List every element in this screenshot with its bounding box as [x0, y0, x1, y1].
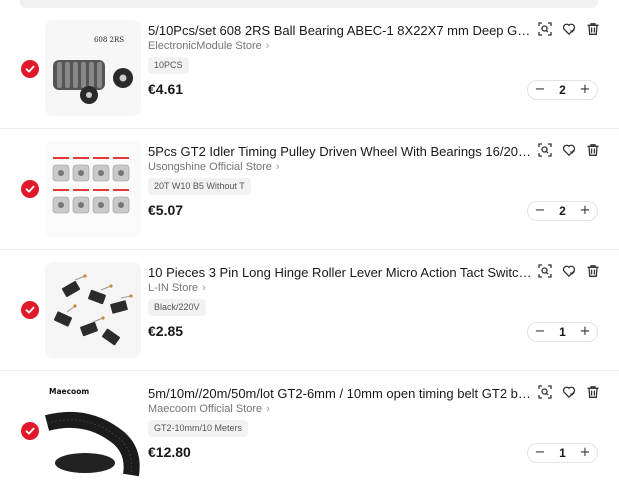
cart-item-list: 608 2RS 5/10Pcs/set 608 2RS Ball Bearing…: [0, 8, 619, 492]
check-icon: [25, 65, 35, 73]
store-link[interactable]: ElectronicModule Store ›: [148, 40, 269, 52]
product-title[interactable]: 5Pcs GT2 Idler Timing Pulley Driven Whee…: [148, 144, 533, 160]
variant-chip[interactable]: 20T W10 B5 Without T: [148, 178, 251, 195]
plus-icon[interactable]: +: [579, 204, 591, 217]
product-title[interactable]: 5/10Pcs/set 608 2RS Ball Bearing ABEC-1 …: [148, 23, 533, 39]
trash-icon[interactable]: [586, 22, 600, 36]
product-image[interactable]: [45, 262, 141, 358]
quantity-stepper: − 1 +: [527, 443, 598, 463]
item-select-checkbox[interactable]: [21, 422, 39, 440]
store-link[interactable]: Maecoom Official Store ›: [148, 403, 270, 415]
wishlist-heart-icon[interactable]: [562, 143, 576, 157]
micro-switch-product-photo: [45, 262, 141, 358]
quantity-stepper: − 2 +: [527, 80, 598, 100]
chevron-right-icon: ›: [202, 282, 206, 294]
plus-icon[interactable]: +: [579, 325, 591, 338]
quantity-value: 1: [559, 325, 566, 339]
trash-icon[interactable]: [586, 385, 600, 399]
product-image[interactable]: Maecoom: [45, 383, 141, 479]
product-image[interactable]: 608 2RS: [45, 20, 141, 116]
store-name: Usongshine Official Store: [148, 161, 272, 173]
item-price: €2.85: [148, 323, 184, 339]
product-title[interactable]: 5m/10m//20m/50m/lot GT2-6mm / 10mm open …: [148, 386, 533, 402]
chevron-right-icon: ›: [266, 403, 270, 415]
pulley-product-photo: [45, 141, 141, 237]
variant-chip[interactable]: 10PCS: [148, 57, 189, 74]
cart-item: 5Pcs GT2 Idler Timing Pulley Driven Whee…: [0, 129, 619, 250]
quantity-value: 1: [559, 446, 566, 460]
trash-icon[interactable]: [586, 264, 600, 278]
item-actions: [538, 385, 600, 399]
thumb-brand-text: 608 2RS: [94, 36, 124, 44]
item-actions: [538, 143, 600, 157]
item-price: €12.80: [148, 444, 191, 460]
store-name: ElectronicModule Store: [148, 40, 262, 52]
check-icon: [25, 427, 35, 435]
minus-icon[interactable]: −: [534, 204, 546, 217]
item-actions: [538, 264, 600, 278]
timing-belt-product-photo: Maecoom: [45, 383, 141, 479]
store-link[interactable]: L-IN Store ›: [148, 282, 206, 294]
minus-icon[interactable]: −: [534, 325, 546, 338]
item-price: €4.61: [148, 81, 184, 97]
similar-items-icon[interactable]: [538, 385, 552, 399]
wishlist-heart-icon[interactable]: [562, 385, 576, 399]
check-icon: [25, 185, 35, 193]
chevron-right-icon: ›: [265, 40, 270, 52]
variant-chip[interactable]: Black/220V: [148, 299, 206, 316]
quantity-value: 2: [559, 204, 566, 218]
chevron-right-icon: ›: [275, 161, 280, 173]
bearing-product-photo: 608 2RS: [45, 20, 141, 116]
product-title[interactable]: 10 Pieces 3 Pin Long Hinge Roller Lever …: [148, 265, 533, 281]
store-link[interactable]: Usongshine Official Store ›: [148, 161, 280, 173]
plus-icon[interactable]: +: [579, 446, 591, 459]
store-name: L-IN Store: [148, 282, 199, 294]
item-price: €5.07: [148, 202, 184, 218]
item-select-checkbox[interactable]: [21, 301, 39, 319]
minus-icon[interactable]: −: [534, 83, 546, 96]
item-actions: [538, 22, 600, 36]
check-icon: [25, 306, 35, 314]
cart-item: 608 2RS 5/10Pcs/set 608 2RS Ball Bearing…: [0, 8, 619, 129]
similar-items-icon[interactable]: [538, 22, 552, 36]
plus-icon[interactable]: +: [579, 83, 591, 96]
quantity-stepper: − 2 +: [527, 201, 598, 221]
cart-item: Maecoom 5m/10m//20m/50m/lot GT2-6mm / 10…: [0, 371, 619, 492]
similar-items-icon[interactable]: [538, 264, 552, 278]
store-name: Maecoom Official Store: [148, 403, 263, 415]
wishlist-heart-icon[interactable]: [562, 22, 576, 36]
quantity-stepper: − 1 +: [527, 322, 598, 342]
wishlist-heart-icon[interactable]: [562, 264, 576, 278]
previous-section-edge: [20, 0, 598, 8]
variant-chip[interactable]: GT2-10mm/10 Meters: [148, 420, 249, 437]
item-select-checkbox[interactable]: [21, 180, 39, 198]
product-image[interactable]: [45, 141, 141, 237]
thumb-brand-text: Maecoom: [49, 387, 89, 396]
minus-icon[interactable]: −: [534, 446, 546, 459]
cart-item: 10 Pieces 3 Pin Long Hinge Roller Lever …: [0, 250, 619, 371]
trash-icon[interactable]: [586, 143, 600, 157]
item-select-checkbox[interactable]: [21, 60, 39, 78]
quantity-value: 2: [559, 83, 566, 97]
similar-items-icon[interactable]: [538, 143, 552, 157]
